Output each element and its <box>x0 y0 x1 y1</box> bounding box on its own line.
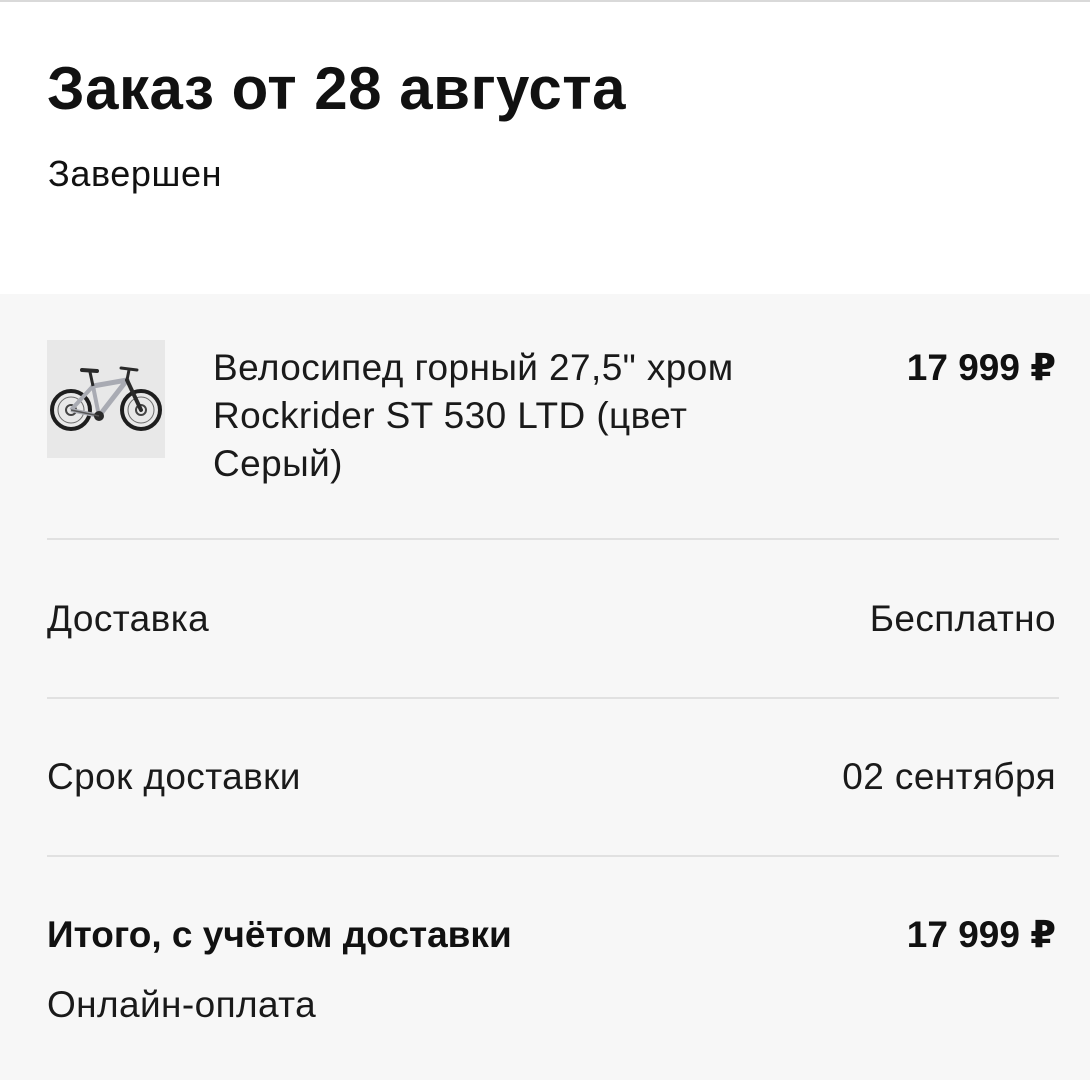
product-price: 17 999 ₽ <box>906 347 1056 388</box>
product-name[interactable]: Велосипед горный 27,5" хром Rockrider ST… <box>213 344 813 488</box>
total-value: 17 999 ₽ <box>906 914 1056 955</box>
delivery-date-label: Срок доставки <box>47 756 301 797</box>
divider <box>47 538 1059 540</box>
delivery-label: Доставка <box>47 598 210 639</box>
page-title: Заказ от 28 августа <box>47 55 626 122</box>
product-image[interactable] <box>47 340 165 458</box>
delivery-date-value: 02 сентября <box>842 756 1056 797</box>
bicycle-icon <box>50 366 162 431</box>
payment-method: Онлайн-оплата <box>47 984 317 1025</box>
divider <box>47 855 1059 857</box>
total-label: Итого, с учётом доставки <box>47 914 512 955</box>
order-details-card: Велосипед горный 27,5" хром Rockrider ST… <box>0 294 1090 1080</box>
order-status: Завершен <box>48 153 223 194</box>
delivery-value: Бесплатно <box>869 598 1056 639</box>
divider <box>47 697 1059 699</box>
order-header: Заказ от 28 августа Завершен <box>0 2 1090 294</box>
